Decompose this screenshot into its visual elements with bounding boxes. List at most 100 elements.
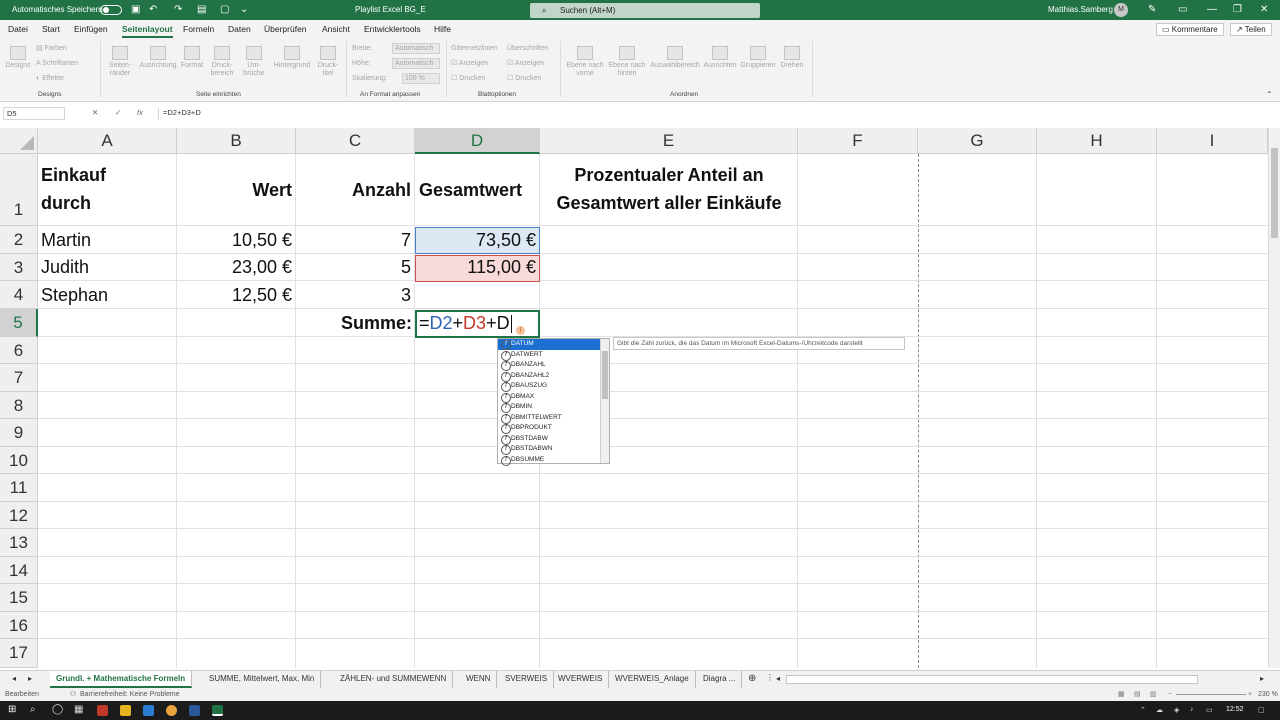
autocomplete-item[interactable]: DBSTDABW <box>498 434 609 444</box>
zoom-in-icon[interactable]: + <box>1248 688 1252 701</box>
row-header-7[interactable]: 7 <box>0 364 38 392</box>
row-header-10[interactable]: 10 <box>0 447 38 474</box>
cell-a3[interactable]: Judith <box>41 257 89 278</box>
vertical-scroll-thumb[interactable] <box>1271 148 1278 238</box>
insert-function-icon[interactable]: fx <box>137 108 143 117</box>
new-file-icon[interactable]: ▢ <box>220 0 229 20</box>
row-header-9[interactable]: 9 <box>0 419 38 447</box>
autocomplete-item[interactable]: DBMIN <box>498 402 609 413</box>
cell-c4[interactable]: 3 <box>299 285 411 306</box>
clock[interactable]: 12:52 <box>1226 706 1244 713</box>
autocomplete-item[interactable]: DBMITTELWERT <box>498 413 609 423</box>
row-header-3[interactable]: 3 <box>0 254 38 281</box>
cell-b4[interactable]: 12,50 € <box>180 285 292 306</box>
row-header-1[interactable]: 1 <box>0 154 38 226</box>
gridlines-print-checkbox[interactable]: ☐ Drucken <box>451 75 485 83</box>
autocomplete-item[interactable]: DBMAX <box>498 392 609 402</box>
close-icon[interactable]: ✕ <box>1260 0 1268 20</box>
sheet-tab-wenn[interactable]: WENN <box>460 671 498 688</box>
autosave-toggle[interactable] <box>100 5 122 15</box>
height-select[interactable]: Automatisch <box>392 58 440 69</box>
restore-icon[interactable]: ❐ <box>1233 0 1242 20</box>
search-icon[interactable]: ⌕ <box>30 704 36 715</box>
autocomplete-item[interactable]: DBPRODUKT <box>498 423 609 434</box>
page-layout-icon[interactable]: ▤ <box>1134 688 1141 701</box>
cancel-icon[interactable]: ✕ <box>92 108 98 117</box>
prev-sheet-icon[interactable]: ◂ <box>12 674 16 683</box>
rotate-button[interactable]: Drehen <box>778 46 806 70</box>
sheet-tab-diagramm[interactable]: Diagra ... <box>697 671 743 688</box>
comments-button[interactable]: ▭ Kommentare <box>1156 23 1224 36</box>
column-header-d[interactable]: D <box>415 128 540 154</box>
align-button[interactable]: Ausrichten <box>702 46 738 70</box>
sheet-tab-sverweis[interactable]: SVERWEIS <box>499 671 555 688</box>
name-box[interactable]: D5 <box>3 107 65 120</box>
autocomplete-item[interactable]: DBSUMME <box>498 455 609 465</box>
row-header-15[interactable]: 15 <box>0 584 38 612</box>
next-sheet-icon[interactable]: ▸ <box>28 674 32 683</box>
headings-print-checkbox[interactable]: ☐ Drucken <box>507 75 541 83</box>
tab-daten[interactable]: Daten <box>228 24 251 34</box>
row-header-13[interactable]: 13 <box>0 529 38 557</box>
margins-button[interactable]: Seiten-ränder <box>104 46 136 78</box>
battery-icon[interactable]: ▭ <box>1206 706 1213 714</box>
width-select[interactable]: Automatisch <box>392 43 440 54</box>
tab-hilfe[interactable]: Hilfe <box>434 24 451 34</box>
vertical-scrollbar[interactable] <box>1268 128 1280 668</box>
cell-e1-line2[interactable]: Gesamtwert aller Einkäufe <box>540 193 798 214</box>
tab-entwicklertools[interactable]: Entwicklertools <box>364 24 421 34</box>
autocomplete-item[interactable]: DBANZAHL <box>498 360 609 371</box>
avatar[interactable]: M <box>1114 3 1128 17</box>
zoom-level[interactable]: 230 % <box>1258 688 1278 701</box>
tray-chevron-icon[interactable]: ⌃ <box>1140 706 1146 714</box>
cell-c5[interactable]: Summe: <box>299 313 412 334</box>
row-header-11[interactable]: 11 <box>0 474 38 502</box>
sheet-tab-wverweis[interactable]: WVERWEIS <box>552 671 610 688</box>
autocomplete-item[interactable]: DATWERT <box>498 350 609 360</box>
background-button[interactable]: Hintergrund <box>270 46 314 70</box>
word-icon[interactable] <box>189 705 200 716</box>
bring-forward-button[interactable]: Ebene nach vorne <box>564 46 606 78</box>
accessibility-icon[interactable]: ⚇ <box>70 688 76 701</box>
redo-icon[interactable]: ↷ <box>174 0 182 20</box>
add-sheet-icon[interactable]: ⊕ <box>748 673 756 684</box>
cell-d5-edit[interactable]: =D2+D3+D <box>419 313 512 334</box>
cell-a1-line1[interactable]: Einkauf <box>41 165 106 186</box>
chrome-icon[interactable] <box>166 705 177 716</box>
column-header-i[interactable]: I <box>1157 128 1268 154</box>
row-header-2[interactable]: 2 <box>0 226 38 254</box>
orientation-button[interactable]: Ausrichtung <box>138 46 178 70</box>
autocomplete-item[interactable]: DBAUSZUG <box>498 381 609 392</box>
autocomplete-item[interactable]: DATUM <box>498 339 609 350</box>
task-view-icon[interactable]: ◯ <box>52 704 63 715</box>
notifications-icon[interactable]: ▢ <box>1258 706 1265 714</box>
tab-datei[interactable]: Datei <box>8 24 28 34</box>
scaling-input[interactable]: 100 % <box>402 73 440 84</box>
cell-c1[interactable]: Anzahl <box>299 180 411 201</box>
effects-button[interactable]: ◐ Effekte <box>36 75 64 83</box>
tab-seitenlayout[interactable]: Seitenlayout <box>122 24 173 38</box>
gridlines-view-checkbox[interactable]: ☑ Anzeigen <box>451 60 488 68</box>
cell-b2[interactable]: 10,50 € <box>180 230 292 251</box>
volume-icon[interactable]: ♪ <box>1190 706 1194 713</box>
fonts-button[interactable]: A Schriftarten <box>36 60 78 68</box>
tab-formeln[interactable]: Formeln <box>183 24 214 34</box>
selection-pane-button[interactable]: Auswahlbereich <box>648 46 702 70</box>
horizontal-scroll-thumb[interactable] <box>786 675 1198 684</box>
row-header-8[interactable]: 8 <box>0 392 38 419</box>
group-objects-button[interactable]: Gruppieren <box>738 46 778 70</box>
windows-start-icon[interactable]: ⊞ <box>8 704 16 715</box>
row-header-12[interactable]: 12 <box>0 502 38 529</box>
tab-start[interactable]: Start <box>42 24 60 34</box>
headings-view-checkbox[interactable]: ☑ Anzeigen <box>507 60 544 68</box>
cell-b1[interactable]: Wert <box>180 180 292 201</box>
user-name[interactable]: Matthias.Samberg <box>1048 0 1113 20</box>
page-break-view-icon[interactable]: ▥ <box>1150 688 1157 701</box>
breaks-button[interactable]: Um-brüche <box>240 46 268 78</box>
onedrive-icon[interactable]: ☁ <box>1156 706 1163 714</box>
row-header-5[interactable]: 5 <box>0 309 38 337</box>
tab-scroll-menu-icon[interactable]: ⋮ <box>766 673 774 682</box>
row-header-6[interactable]: 6 <box>0 337 38 364</box>
autocomplete-item[interactable]: DBSTDABWN <box>498 444 609 455</box>
widgets-icon[interactable]: ▦ <box>74 704 83 715</box>
